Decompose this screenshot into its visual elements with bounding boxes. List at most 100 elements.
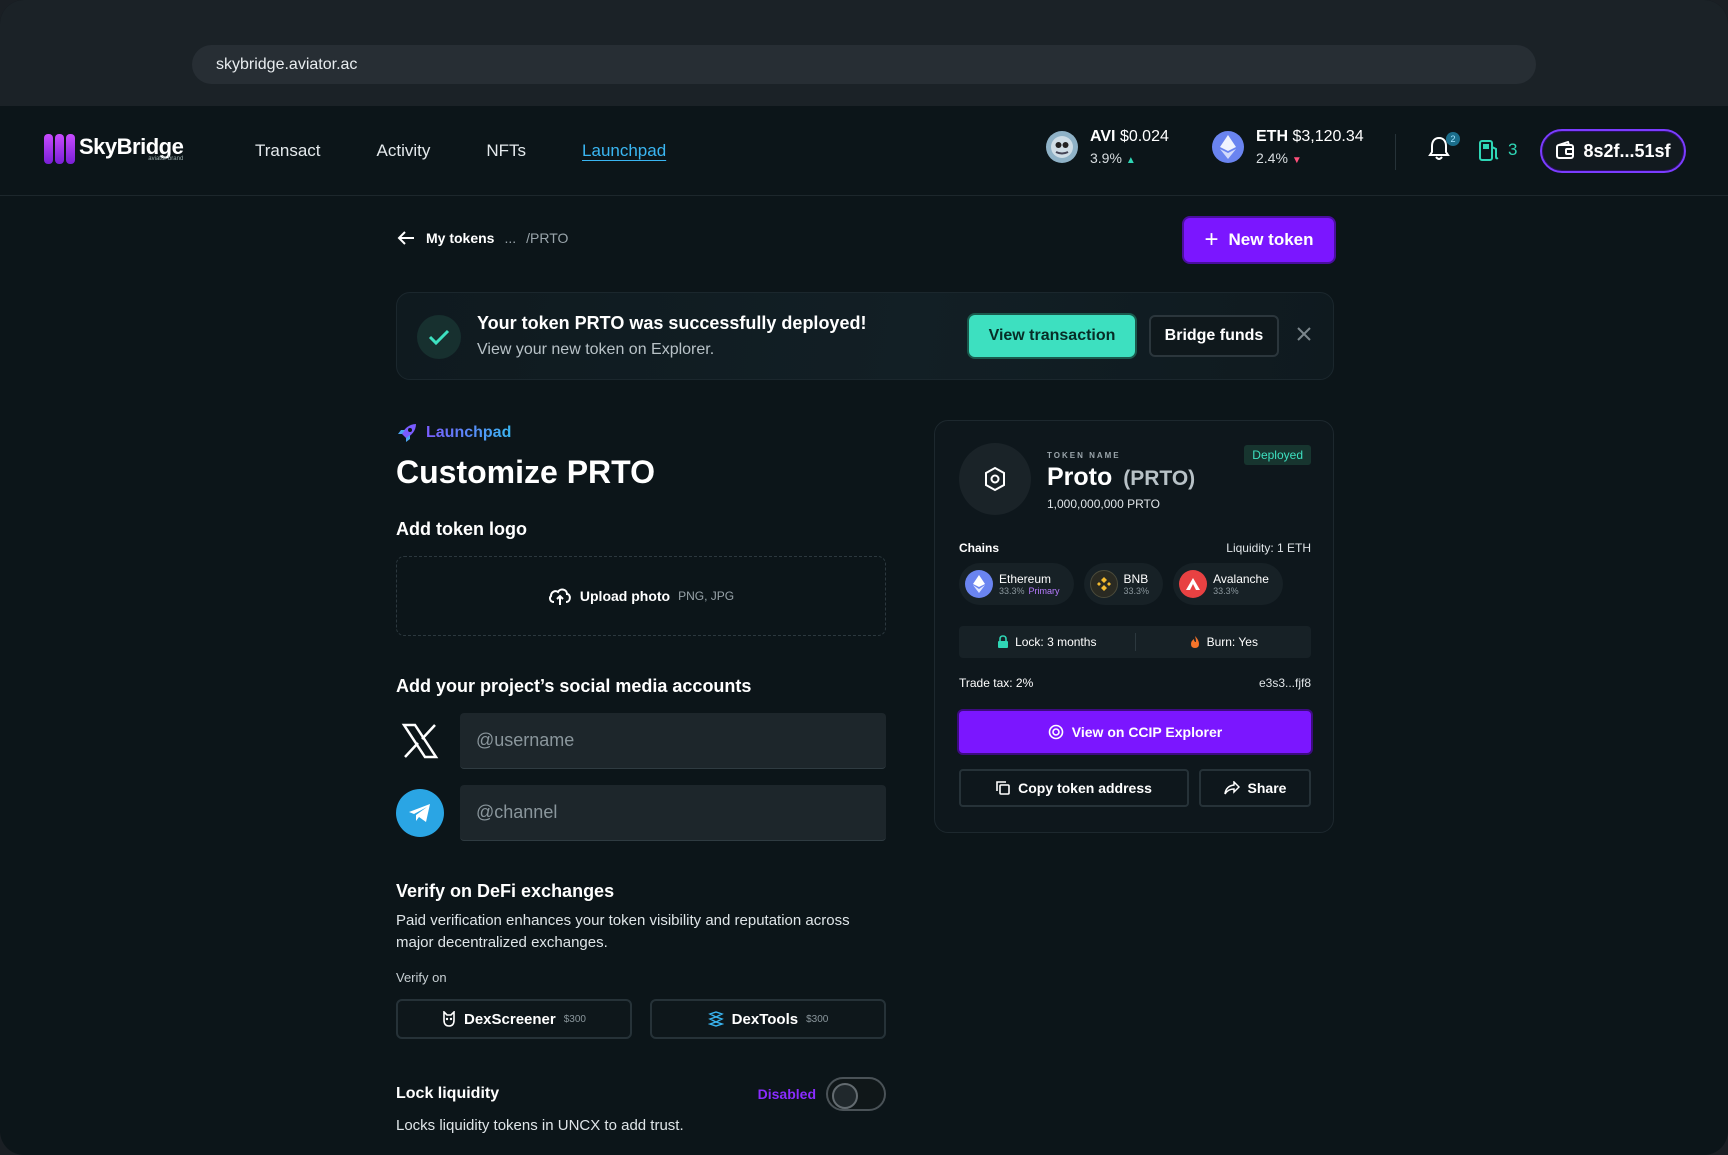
chain-chip-bnb: BNB 33.3%	[1083, 563, 1164, 605]
gas-indicator[interactable]: 3	[1478, 138, 1517, 162]
avi-icon	[1046, 131, 1078, 163]
token-name-label: TOKEN NAME	[1047, 451, 1121, 460]
notification-bell-icon[interactable]: 2	[1428, 132, 1460, 164]
x-logo-icon	[396, 717, 444, 765]
primary-tag: Primary	[1028, 586, 1060, 596]
token-supply: 1,000,000,000 PRTO	[1047, 497, 1160, 511]
chain-name: Avalanche	[1213, 572, 1269, 586]
cloud-upload-icon	[548, 588, 571, 605]
lock-state-label: Disabled	[757, 1086, 816, 1102]
share-label: Share	[1247, 780, 1287, 796]
ethereum-icon	[965, 570, 993, 598]
avi-symbol: AVI	[1090, 128, 1116, 145]
eth-price: $3,120.34	[1292, 128, 1364, 145]
x-username-input[interactable]: @username	[460, 713, 886, 769]
verify-description: Paid verification enhances your token vi…	[396, 912, 850, 951]
avi-change: 3.9%	[1090, 150, 1122, 166]
social-heading: Add your project’s social media accounts	[396, 676, 752, 696]
telegram-icon	[396, 789, 444, 837]
app-window: skybridge.aviator.ac SkyBridge aviator b…	[0, 0, 1728, 1155]
banner-title: Your token PRTO was successfully deploye…	[477, 313, 867, 333]
ethereum-icon	[1212, 131, 1244, 163]
new-token-button[interactable]: + New token	[1184, 218, 1334, 262]
upload-formats: PNG, JPG	[678, 589, 735, 603]
verify-on-label: Verify on	[396, 970, 447, 985]
avi-price: $0.024	[1119, 128, 1169, 145]
browser-toolbar: skybridge.aviator.ac	[0, 0, 1728, 106]
launchpad-tag-label: Launchpad	[426, 424, 512, 441]
logo-heading: Add token logo	[396, 519, 527, 539]
chain-name: Ethereum	[999, 572, 1052, 586]
skybridge-logo[interactable]: SkyBridge aviator brand	[44, 134, 184, 164]
nav-transact[interactable]: Transact	[255, 141, 321, 161]
token-placeholder-icon	[959, 443, 1031, 515]
url-bar[interactable]: skybridge.aviator.ac	[192, 45, 1536, 84]
lock-liquidity-toggle[interactable]	[826, 1077, 886, 1111]
dexscreener-icon	[443, 1011, 455, 1027]
fire-icon	[1190, 636, 1199, 648]
copy-token-address-button[interactable]: Copy token address	[959, 769, 1189, 807]
lock-icon	[998, 635, 1009, 648]
share-button[interactable]: Share	[1199, 769, 1311, 807]
status-badge: Deployed	[1244, 445, 1311, 465]
arrow-down-icon: ▼	[1291, 155, 1302, 166]
notification-badge: 2	[1446, 132, 1460, 146]
chain-chip-ethereum: Ethereum 33.3% Primary	[959, 563, 1074, 605]
wallet-button[interactable]: 8s2f...51sf	[1540, 129, 1686, 173]
view-transaction-button[interactable]: View transaction	[969, 315, 1135, 357]
telegram-channel-input[interactable]: @channel	[460, 785, 886, 841]
lock-burn-strip: Lock: 3 months Burn: Yes	[959, 626, 1311, 658]
plus-icon: +	[1204, 226, 1219, 253]
wallet-icon	[1556, 141, 1575, 159]
breadcrumb: My tokens ... /PRTO	[396, 230, 568, 246]
dexscreener-price: $300	[563, 1013, 586, 1025]
token-symbol: (PRTO)	[1123, 467, 1196, 490]
lock-heading: Lock liquidity	[396, 1085, 500, 1102]
chains-heading: Chains	[959, 541, 1000, 555]
launchpad-tag: Launchpad	[396, 422, 886, 444]
copy-label: Copy token address	[1018, 780, 1152, 796]
token-name: Proto (PRTO)	[1047, 463, 1195, 492]
ccip-icon	[1048, 724, 1064, 740]
trade-tax: Trade tax: 2%	[959, 676, 1034, 690]
breadcrumb-my-tokens[interactable]: My tokens	[426, 230, 494, 246]
lock-toggle-group: Disabled	[758, 1077, 886, 1111]
gas-pump-icon	[1479, 140, 1499, 161]
token-summary-card: TOKEN NAME Proto (PRTO) 1,000,000,000 PR…	[934, 420, 1334, 833]
chain-name: BNB	[1123, 572, 1149, 586]
success-banner: Your token PRTO was successfully deploye…	[396, 292, 1334, 380]
dexscreener-button[interactable]: DexScreener $300	[396, 999, 632, 1039]
breadcrumb-ellipsis: ...	[504, 230, 517, 246]
liquidity-value: Liquidity: 1 ETH	[1226, 541, 1311, 555]
main-nav: Transact Activity NFTs Launchpad	[255, 106, 666, 196]
dextools-button[interactable]: DexTools $300	[650, 999, 886, 1039]
checkmark-icon	[417, 315, 461, 359]
new-token-label: New token	[1228, 230, 1314, 249]
upload-label: Upload photo	[579, 588, 671, 604]
token-address: e3s3...fjf8	[1258, 676, 1311, 690]
bridge-funds-button[interactable]: Bridge funds	[1149, 315, 1279, 357]
upload-photo-dropzone[interactable]: Upload photo PNG, JPG	[396, 556, 886, 636]
nav-activity[interactable]: Activity	[377, 141, 431, 161]
nav-nfts[interactable]: NFTs	[486, 141, 526, 161]
view-ccip-explorer-button[interactable]: View on CCIP Explorer	[959, 711, 1311, 753]
top-navigation: SkyBridge aviator brand Transact Activit…	[0, 106, 1728, 196]
rocket-icon	[398, 424, 416, 442]
arrow-up-icon: ▲	[1125, 155, 1136, 166]
exchange-options: DexScreener $300 DexTools $300	[396, 999, 886, 1039]
copy-icon	[996, 781, 1010, 795]
chain-chip-avalanche: Avalanche 33.3%	[1173, 563, 1283, 605]
x-social-row: @username	[396, 713, 886, 769]
dextools-label: DexTools	[731, 1010, 799, 1028]
lock-liquidity-row: Lock liquidity Disabled	[396, 1077, 886, 1111]
customize-form: Launchpad Customize PRTO Add token logo …	[396, 422, 886, 1137]
close-icon[interactable]	[1295, 325, 1315, 345]
nav-launchpad[interactable]: Launchpad	[582, 141, 666, 161]
burn-status: Burn: Yes	[1206, 635, 1258, 649]
back-arrow-icon[interactable]	[396, 230, 416, 246]
eth-change: 2.4%	[1256, 150, 1288, 166]
lock-duration: Lock: 3 months	[1015, 635, 1097, 649]
page-title: Customize PRTO	[396, 454, 655, 490]
chain-list: Ethereum 33.3% Primary BNB 33.3% Avalanc…	[959, 563, 1283, 605]
verify-heading: Verify on DeFi exchanges	[396, 881, 615, 901]
